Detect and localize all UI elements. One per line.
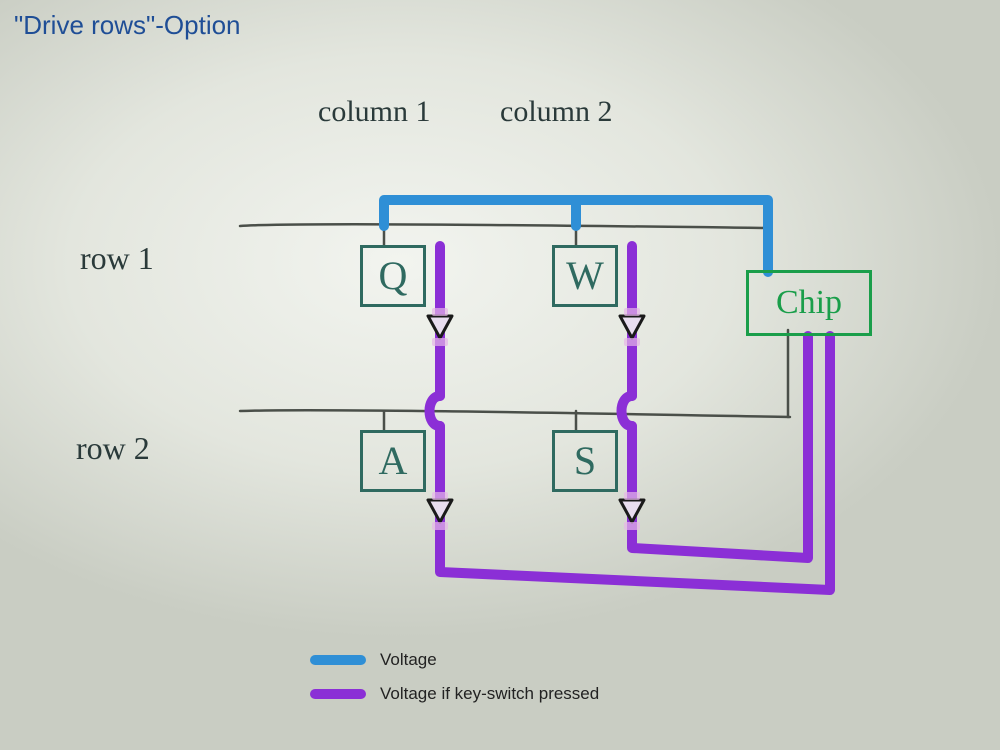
legend-label-voltage-pressed: Voltage if key-switch pressed — [380, 684, 599, 704]
key-s-label: S — [555, 433, 615, 489]
legend-swatch-voltage-pressed — [310, 689, 366, 699]
key-w: W — [552, 245, 618, 307]
key-a-label: A — [363, 433, 423, 489]
chip: Chip — [746, 270, 872, 336]
key-q-label: Q — [363, 248, 423, 304]
label-row-1: row 1 — [80, 240, 154, 277]
legend-label-voltage: Voltage — [380, 650, 437, 670]
key-a: A — [360, 430, 426, 492]
key-q: Q — [360, 245, 426, 307]
key-w-label: W — [555, 248, 615, 304]
legend-voltage: Voltage — [310, 650, 599, 670]
label-column-2: column 2 — [500, 95, 613, 129]
chip-label: Chip — [749, 273, 869, 333]
diagram-title: "Drive rows"-Option — [14, 10, 241, 41]
label-row-2: row 2 — [76, 430, 150, 467]
legend-swatch-voltage — [310, 655, 366, 665]
key-s: S — [552, 430, 618, 492]
legend-voltage-pressed: Voltage if key-switch pressed — [310, 684, 599, 704]
label-column-1: column 1 — [318, 95, 431, 129]
legend: Voltage Voltage if key-switch pressed — [310, 650, 599, 718]
